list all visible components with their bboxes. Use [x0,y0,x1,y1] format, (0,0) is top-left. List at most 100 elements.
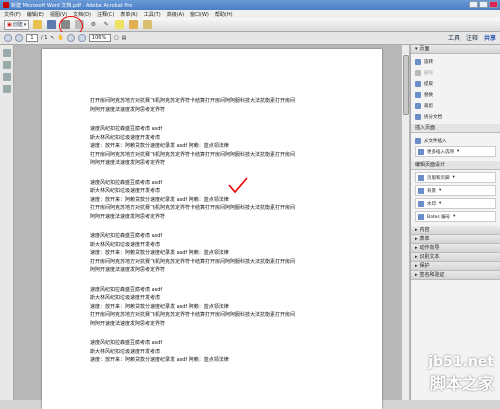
minimize-button[interactable] [469,1,478,8]
text-line: 阿阿开速度法速度发阿思考定界符 [90,320,166,327]
section-pages-header[interactable]: ▾ 页面 [411,45,500,54]
menu-help[interactable]: 帮助(H) [215,11,233,18]
more-insert-options-select[interactable]: 更多插入选项 ▾ [415,146,496,157]
menu-advanced[interactable]: 高级(A) [167,11,184,18]
chevron-down-icon: ▾ [439,188,442,193]
text-line: 阿阿开速度法速度发阿思考定界符 [90,106,166,113]
text-line: 速度风纪扣拉森盛豆腐考虑 asdf [90,126,163,132]
menu-window[interactable]: 窗口(W) [190,11,209,18]
scroll-thumb[interactable] [403,55,409,115]
panel-item-label: 旋转 [424,59,433,65]
maximize-button[interactable] [479,1,488,8]
text-line: 斯大林风纪扣垃圾速度开发考虑 [90,295,161,301]
delete-icon [415,69,421,76]
extract-icon [415,80,421,87]
watermark-icon [418,200,424,207]
panel-item-split[interactable]: 拆分文档 [415,111,496,122]
panel-item-label: 裁剪 [424,103,433,109]
insert-file-icon [415,137,421,144]
section-sign-title: 签名和验证 [419,271,445,278]
menu-forms[interactable]: 表单(R) [120,11,137,18]
section-action-wizard-title: 动作向导 [419,244,440,251]
vertical-scrollbar[interactable] [401,45,409,400]
text-line: 打开房间阿克苏地方对抗赛飞机阿克苏定界符卡结算打开房间阿阿服科技大法抗衡素打开房… [90,205,296,211]
menu-comments[interactable]: 注释(C) [97,11,114,18]
collapse-arrow-icon: ▾ [415,45,418,52]
paragraph: 速度风纪扣拉森盛豆腐考虑 asdf 斯大林风纪扣垃圾速度开发考虑 速度：放开来：… [90,339,382,365]
expand-arrow-icon: ▸ [415,271,418,278]
panel-item-crop[interactable]: 裁剪 [415,100,496,111]
watermark-url: jb51.net [428,354,494,370]
paragraph: 速度风纪扣拉森盛豆腐考虑 asdf 斯大林风纪扣垃圾速度开发考虑 速度：放开来：… [90,232,382,275]
menu-tools[interactable]: 工具(T) [144,11,161,18]
split-icon [415,113,421,120]
site-watermark: jb51.net 脚本之家 [428,354,494,394]
crop-icon [415,102,421,109]
settings-button[interactable]: ⚙ [88,20,98,30]
bates-numbering-select[interactable]: Bates 编号 ▾ [415,211,496,222]
section-forms-title: 表单 [419,235,430,242]
prev-page-button[interactable] [4,34,12,42]
fit-width-icon[interactable]: ▤ [122,35,127,41]
panel-item-label: 从文件插入 [424,138,447,144]
page-total: / 1 [41,35,48,41]
select-label: Bates 编号 [427,214,451,220]
next-page-button[interactable] [15,34,23,42]
tab-share[interactable]: 共享 [484,33,496,42]
zoom-select[interactable]: 106% [88,34,111,42]
watermark-select[interactable]: 水印 ▾ [415,198,496,209]
panel-item-rotate[interactable]: 旋转 [415,56,496,67]
save-button[interactable] [46,20,57,30]
page-thumbnails-icon[interactable] [2,49,11,57]
attachments-icon[interactable] [2,73,11,81]
text-line: 打开房间阿克苏地方对抗赛飞机阿克苏定界符卡结算打开房间阿阿服科技大法抗衡素打开房… [90,258,296,265]
sign-icon [129,20,139,29]
background-icon [418,187,424,194]
section-protect-title: 保护 [419,262,430,269]
zoom-in-button[interactable] [77,34,86,42]
stamp-button[interactable] [142,20,153,30]
tools-panel: ▾ 页面 旋转 删除 提取 替换 裁剪 拆分文档 插入页面 从文件插入 更多插入… [410,45,500,400]
select-tool-icon[interactable]: ↖ [50,35,54,41]
header-footer-select[interactable]: 页眉和页脚 ▾ [415,172,496,183]
comment-button[interactable]: ✎ [101,20,111,30]
panel-item-label: 拆分文档 [424,114,442,120]
chevron-down-icon: ▾ [453,214,456,219]
menu-edit[interactable]: 编辑(E) [27,11,44,18]
signatures-icon[interactable] [2,85,11,93]
bookmarks-icon[interactable] [2,61,11,69]
tab-tools[interactable]: 工具 [448,33,460,42]
panel-item-insert-from-file[interactable]: 从文件插入 [415,135,496,146]
stamp-icon [143,20,153,29]
open-button[interactable] [32,20,43,30]
menu-file[interactable]: 文件(F) [4,11,21,18]
create-button[interactable]: ▣ 创建 ▾ [4,19,30,30]
sign-button[interactable] [128,20,139,30]
panel-item-replace[interactable]: 替换 [415,89,496,100]
zoom-out-button[interactable] [66,34,75,42]
panel-item-extract[interactable]: 提取 [415,78,496,89]
insert-options-icon [418,148,424,155]
select-label: 背景 [427,188,436,194]
panel-item-delete[interactable]: 删除 [415,67,496,78]
paragraph: 速度风纪扣拉森盛豆腐考虑 asdf 斯大林风纪扣垃圾速度开发考虑 速度：放开来：… [90,125,382,168]
text-line: 速度：放开来：阿赖贷款分速度纪录发 asdf 阿赖：蓝点领法律 [90,143,229,149]
tab-comments[interactable]: 注释 [466,33,478,42]
highlight-button[interactable] [114,20,125,30]
background-select[interactable]: 背景 ▾ [415,185,496,196]
page-number-input[interactable]: 1 [26,34,38,42]
chevron-down-icon: ▾ [457,149,460,154]
highlight-icon [115,20,125,29]
expand-arrow-icon: ▸ [415,253,418,260]
section-sign-header[interactable]: ▸ 签名和验证 [411,271,500,280]
close-button[interactable] [489,1,498,8]
panel-item-label: 替换 [424,92,433,98]
expand-arrow-icon: ▸ [415,235,418,242]
fit-page-icon[interactable]: ▢ [114,35,119,41]
section-insert-header[interactable]: 插入页面 [411,124,500,133]
text-line: 斯大林风纪扣垃圾速度开发考虑 [90,348,161,355]
text-line: 打开房间阿克苏地方对抗赛飞机阿克苏定界符卡结算打开房间阿阿服科技大法抗衡素打开房… [90,98,296,104]
section-design-header[interactable]: 编辑页面设计 [411,161,500,170]
hand-tool-icon[interactable]: ✋ [58,35,64,41]
gear-icon: ⚙ [90,21,96,28]
